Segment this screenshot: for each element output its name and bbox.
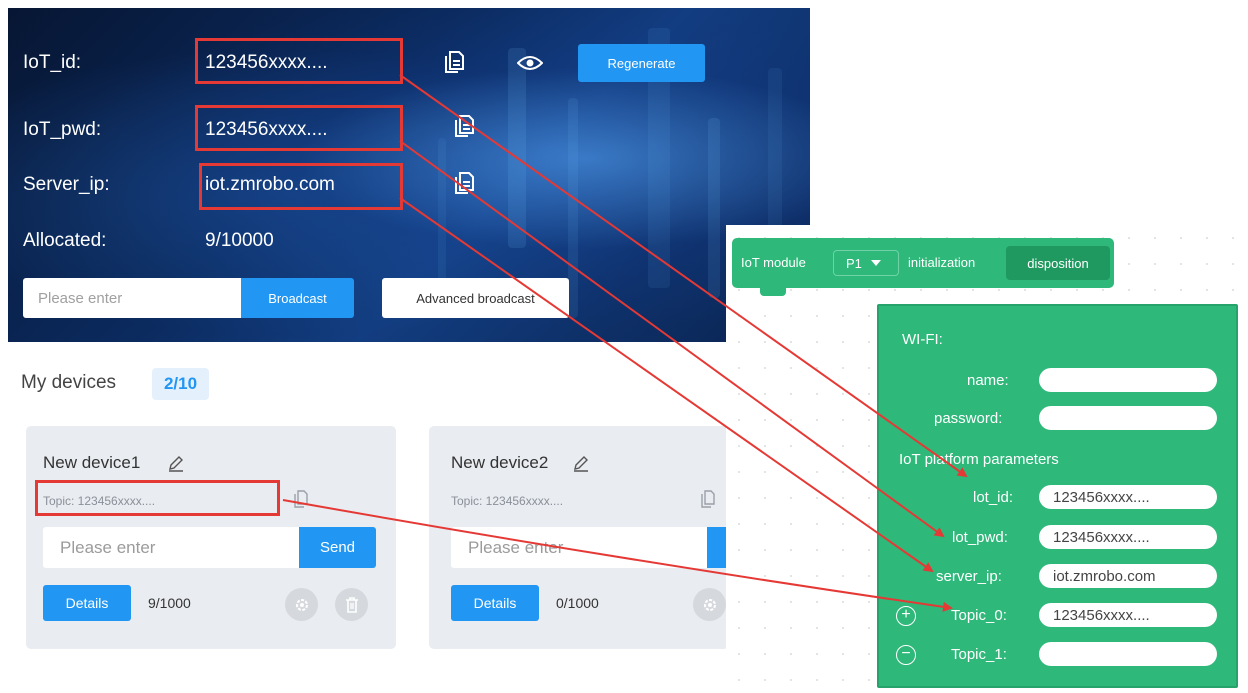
message-input[interactable]: Please enter — [451, 527, 709, 568]
my-devices-title: My devices — [21, 372, 117, 393]
iot-pwd-label: IoT_pwd: — [23, 119, 102, 140]
delete-button[interactable] — [335, 588, 368, 621]
copy-icon[interactable] — [454, 114, 474, 138]
iot-id-param-field[interactable]: 123456xxxx.... — [1039, 485, 1217, 509]
copy-icon[interactable] — [454, 171, 474, 195]
wifi-password-label: password: — [934, 410, 1003, 427]
bg-streak — [508, 48, 526, 248]
bg-streak — [438, 138, 446, 288]
highlight-box — [199, 163, 403, 210]
port-value: P1 — [846, 255, 862, 271]
server-ip-param-label: server_ip: — [936, 568, 1002, 585]
device-name: New device2 — [451, 453, 549, 472]
advanced-broadcast-button[interactable]: Advanced broadcast — [382, 278, 569, 318]
wifi-password-field[interactable] — [1039, 406, 1217, 430]
eye-icon[interactable] — [517, 54, 543, 72]
copy-icon[interactable] — [701, 490, 715, 508]
iot-pwd-param-field[interactable]: 123456xxxx.... — [1039, 525, 1217, 549]
details-button[interactable]: Details — [43, 585, 131, 621]
bg-streak — [708, 118, 720, 298]
topic0-field[interactable]: 123456xxxx.... — [1039, 603, 1217, 627]
block-label: IoT module — [741, 255, 806, 270]
copy-icon[interactable] — [294, 490, 308, 508]
edit-icon[interactable] — [167, 454, 185, 472]
iot-pwd-param-label: lot_pwd: — [952, 529, 1008, 546]
send-button[interactable]: Send — [299, 527, 376, 568]
trash-icon — [345, 596, 358, 613]
details-button[interactable]: Details — [451, 585, 539, 621]
iot-id-label: IoT_id: — [23, 52, 82, 73]
server-ip-label: Server_ip: — [23, 174, 110, 195]
wifi-heading: WI-FI: — [902, 331, 943, 348]
port-select[interactable]: P1 — [833, 250, 899, 276]
topic1-field[interactable] — [1039, 642, 1217, 666]
allocated-value: 9/10000 — [205, 230, 274, 251]
device-count-badge: 2/10 — [152, 368, 209, 400]
allocated-label: Allocated: — [23, 230, 107, 251]
gear-icon — [703, 598, 716, 611]
block-notch — [760, 287, 786, 296]
regenerate-button[interactable]: Regenerate — [578, 44, 705, 82]
iot-module-block[interactable]: IoT module P1 initialization disposition — [732, 238, 1114, 296]
bg-streak — [568, 98, 578, 318]
device-name: New device1 — [43, 453, 141, 472]
settings-button[interactable] — [285, 588, 318, 621]
device-topic: Topic: 123456xxxx.... — [451, 494, 564, 508]
wifi-name-field[interactable] — [1039, 368, 1217, 392]
highlight-box — [195, 38, 403, 84]
message-count: 9/1000 — [148, 595, 191, 611]
server-ip-param-field[interactable]: iot.zmrobo.com — [1039, 564, 1217, 588]
settings-button[interactable] — [693, 588, 726, 621]
broadcast-button[interactable]: Broadcast — [241, 278, 354, 318]
iot-params-heading: IoT platform parameters — [899, 451, 1059, 468]
topic1-label: Topic_1: — [951, 646, 1007, 663]
chevron-down-icon — [870, 260, 881, 266]
highlight-box — [35, 480, 280, 516]
remove-topic-icon[interactable]: − — [896, 645, 916, 665]
message-count: 0/1000 — [556, 595, 599, 611]
wifi-name-label: name: — [967, 372, 1009, 389]
device-card: New device2 Topic: 123456xxxx.... Please… — [429, 426, 729, 649]
gear-icon — [295, 598, 308, 611]
add-topic-icon[interactable]: + — [896, 606, 916, 626]
topic0-label: Topic_0: — [951, 607, 1007, 624]
iot-id-param-label: lot_id: — [973, 489, 1014, 506]
iot-credentials-panel: IoT_id: 123456xxxx.... Regenerate IoT_pw… — [8, 8, 810, 342]
message-input[interactable]: Please enter — [43, 527, 301, 568]
edit-icon[interactable] — [572, 454, 590, 472]
device-card: New device1 Topic: 123456xxxx.... Please… — [26, 426, 396, 649]
init-label: initialization — [908, 255, 976, 270]
disposition-button[interactable]: disposition — [1006, 246, 1110, 280]
disposition-panel: WI-FI: name: password: IoT platform para… — [877, 304, 1238, 688]
copy-icon[interactable] — [444, 50, 464, 74]
highlight-box — [195, 105, 403, 151]
broadcast-input[interactable]: Please enter — [23, 278, 243, 318]
